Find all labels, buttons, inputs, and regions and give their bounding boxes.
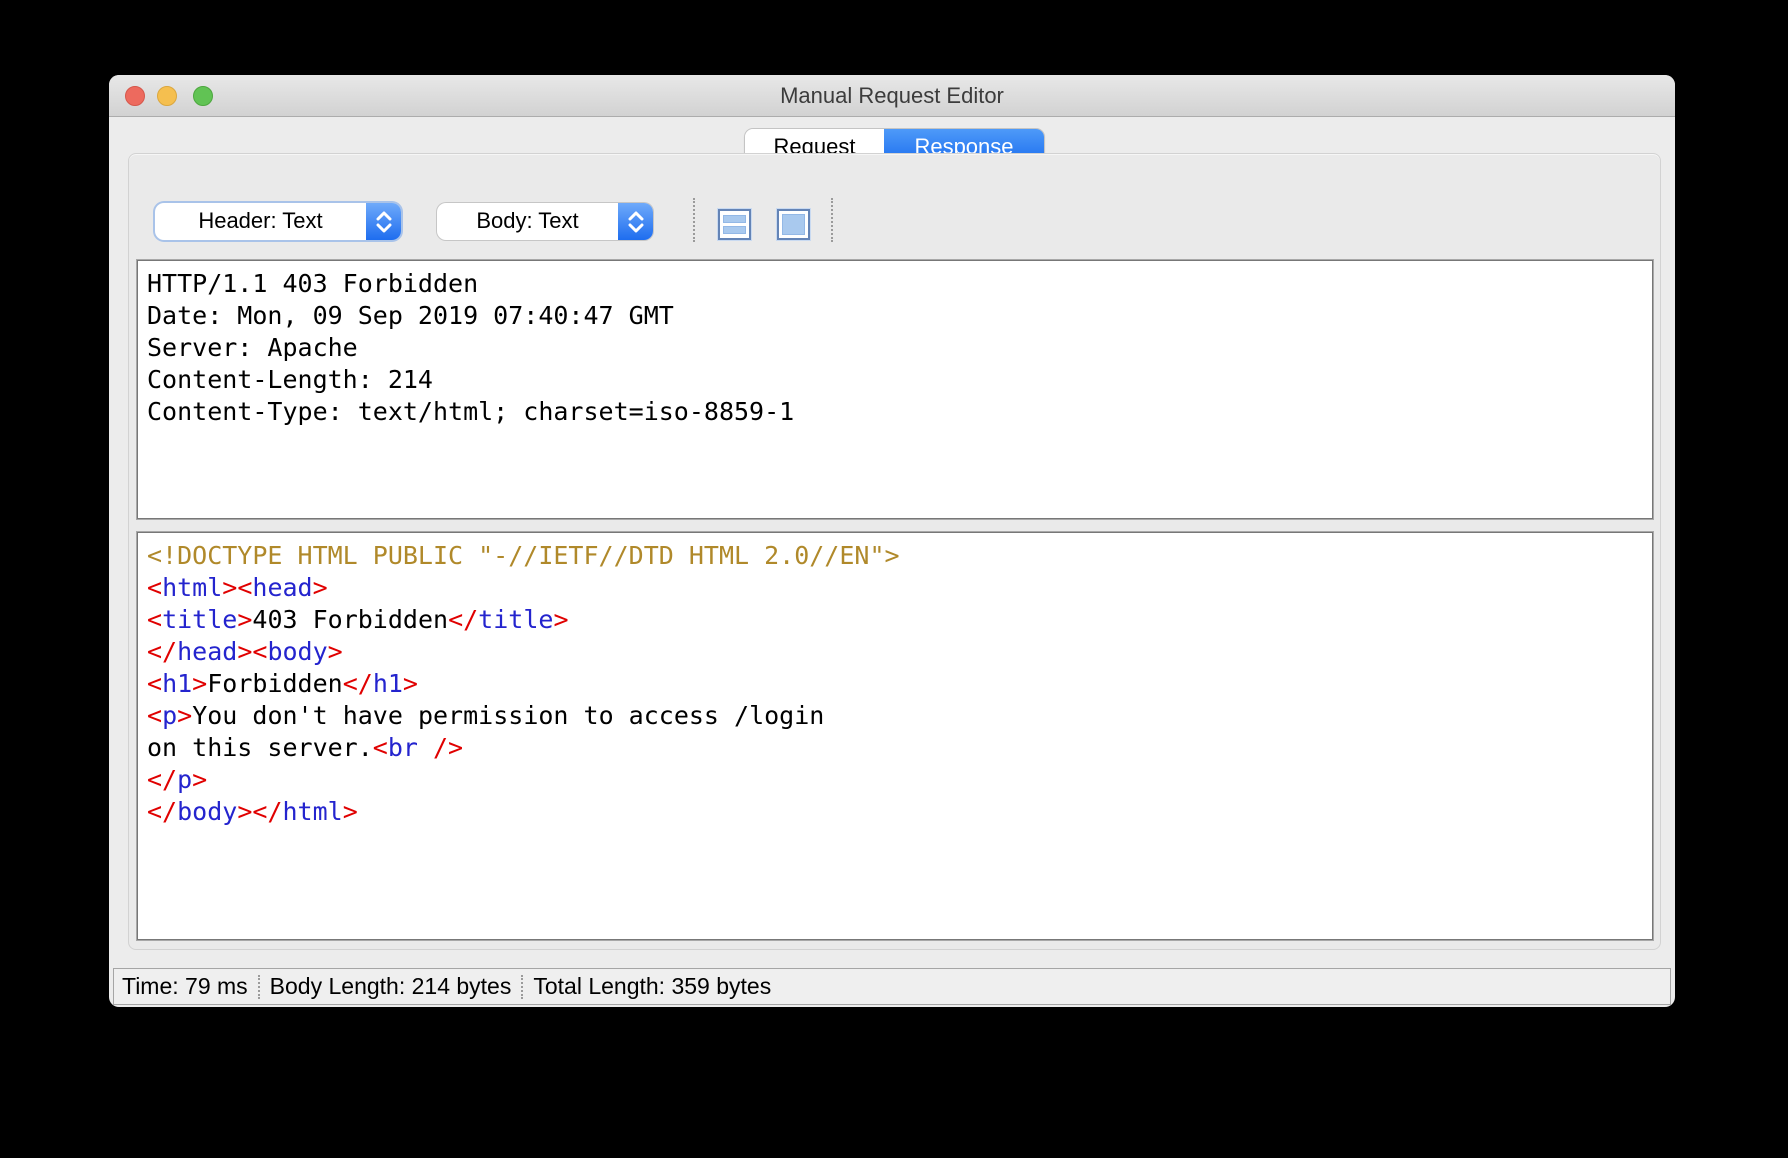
split-view-icon-bar	[723, 215, 746, 223]
chevron-up-down-icon	[618, 203, 653, 240]
single-view-icon[interactable]	[777, 209, 810, 240]
response-body-textarea[interactable]: <!DOCTYPE HTML PUBLIC "-//IETF//DTD HTML…	[136, 531, 1654, 941]
chevron-up-down-icon	[366, 203, 401, 240]
status-time: Time: 79 ms	[122, 973, 258, 1000]
split-view-icon[interactable]	[718, 209, 751, 240]
toolbar-separator	[831, 198, 833, 242]
status-total-length: Total Length: 359 bytes	[523, 973, 781, 1000]
header-view-select[interactable]: Header: Text	[155, 203, 401, 240]
body-view-select-value: Body: Text	[437, 203, 618, 240]
status-bar: Time: 79 ms Body Length: 214 bytes Total…	[113, 968, 1671, 1005]
response-header-textarea[interactable]: HTTP/1.1 403 ForbiddenDate: Mon, 09 Sep …	[136, 259, 1654, 520]
header-view-select-value: Header: Text	[155, 203, 366, 240]
body-view-select[interactable]: Body: Text	[437, 203, 653, 240]
single-view-icon-fill	[782, 214, 805, 235]
status-body-length: Body Length: 214 bytes	[260, 973, 522, 1000]
toolbar-separator	[693, 198, 695, 242]
response-panel: Header: Text Body: Text	[128, 153, 1661, 950]
window-title: Manual Request Editor	[109, 75, 1675, 117]
title-bar[interactable]: Manual Request Editor	[109, 75, 1675, 117]
manual-request-editor-window: Manual Request Editor Request Response H…	[109, 75, 1675, 1007]
split-view-icon-bar	[723, 226, 746, 234]
